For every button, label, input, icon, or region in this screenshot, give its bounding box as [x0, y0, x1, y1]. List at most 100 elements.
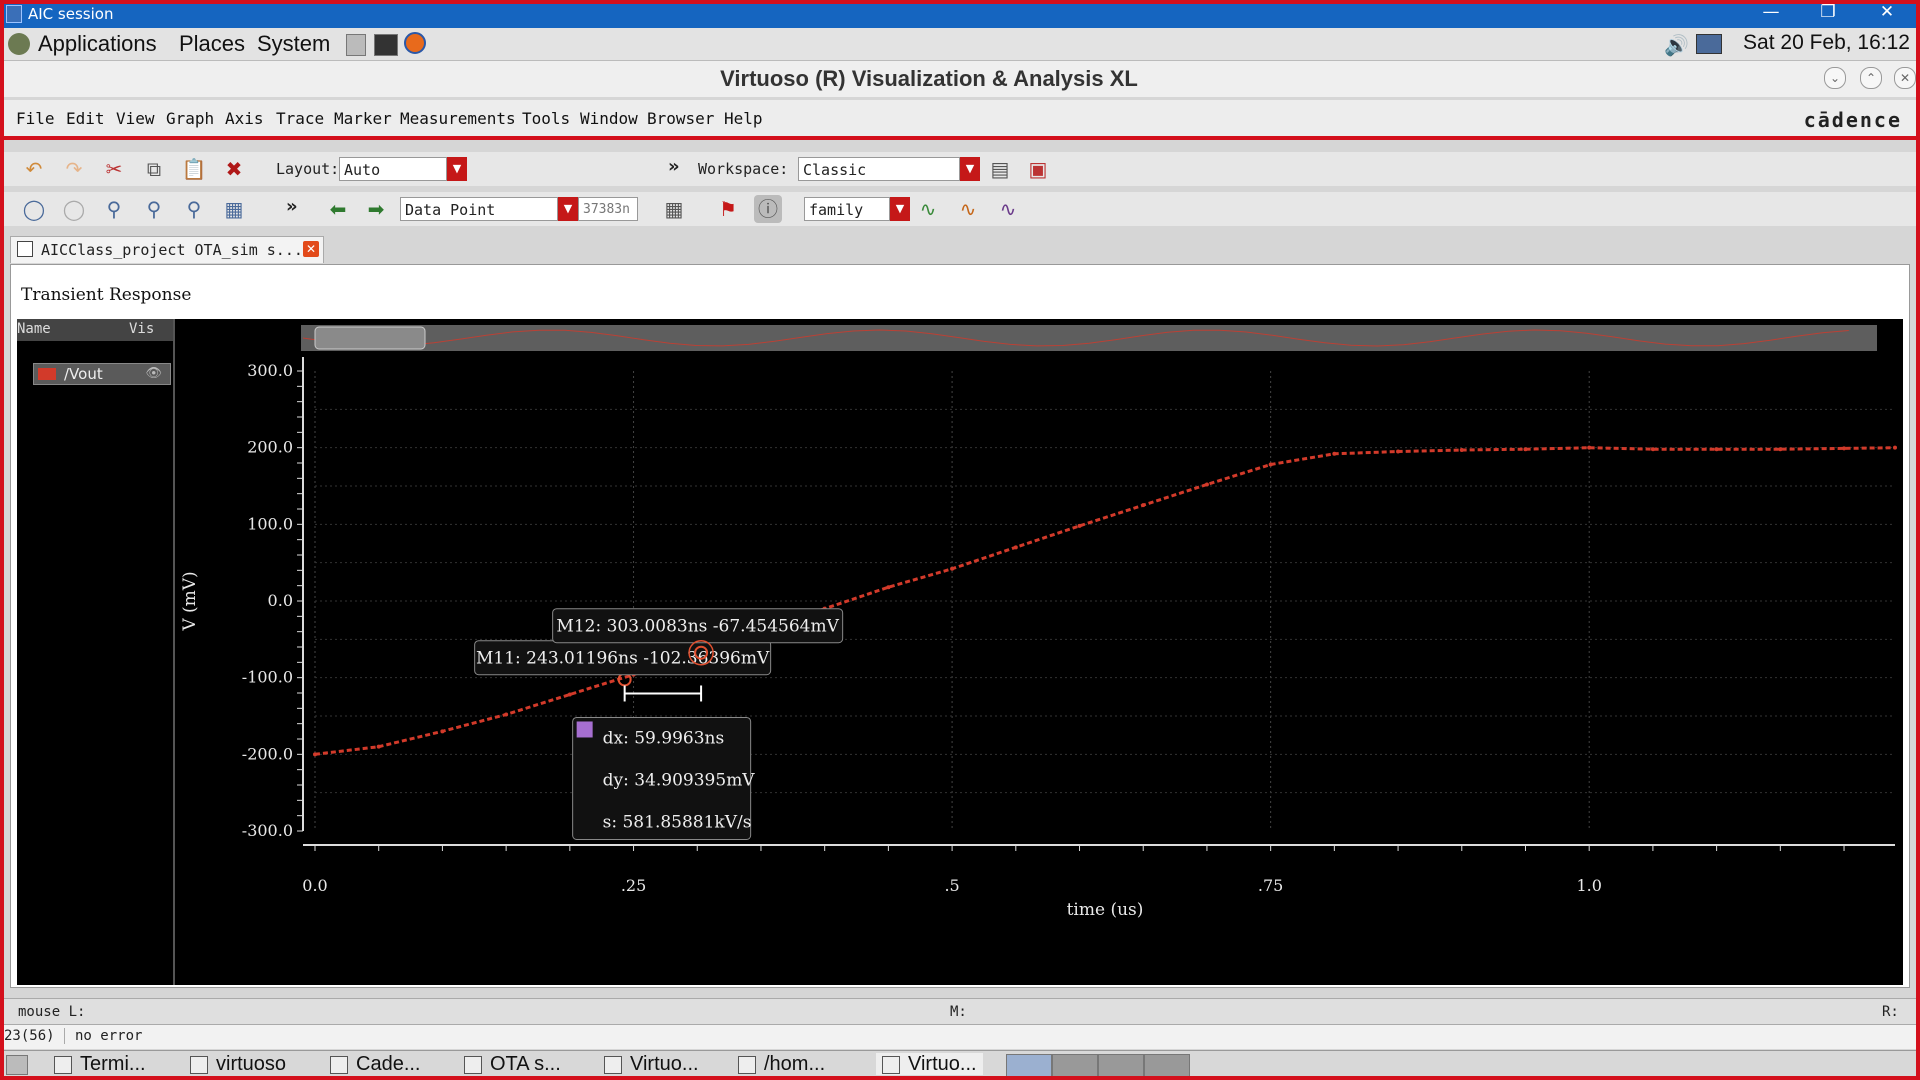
marker-mode-select[interactable]: Data Point [400, 197, 558, 221]
save-workspace-icon[interactable]: ▤ [986, 155, 1014, 183]
workspace-pager-1[interactable] [1006, 1054, 1052, 1078]
overview-scroll-thumb[interactable] [314, 326, 426, 350]
zoom-in-icon[interactable]: ⚲ [140, 195, 168, 223]
overview-strip[interactable] [301, 325, 1877, 351]
trace-data-point [1459, 447, 1464, 452]
graph-tab[interactable]: AICClass_project OTA_sim s... ✕ [10, 236, 324, 263]
task-cadence[interactable]: Cade... [330, 1053, 420, 1075]
legend-trace-row[interactable]: /Vout 👁 [33, 363, 171, 385]
line-number: 23(56) [4, 1028, 55, 1044]
fit-icon[interactable]: ◯ [20, 195, 48, 223]
task-ota-label: OTA s... [490, 1053, 561, 1075]
window-maximize-icon[interactable]: ⌃ [1860, 67, 1882, 89]
workspace-select[interactable]: Classic [798, 157, 960, 181]
delete-icon[interactable]: ✖ [220, 155, 248, 183]
task-home[interactable]: /hom... [738, 1053, 825, 1075]
menu-edit[interactable]: Edit [66, 109, 105, 128]
menu-places[interactable]: Places [179, 31, 245, 57]
redo-icon[interactable]: ↷ [60, 155, 88, 183]
restore-icon[interactable]: ❐ [1813, 2, 1843, 22]
trace-data-point [376, 744, 381, 749]
network-icon[interactable] [1696, 34, 1722, 54]
next-marker-icon[interactable]: ➡ [362, 195, 390, 223]
menu-view[interactable]: View [116, 109, 155, 128]
cut-icon[interactable]: ✂ [100, 155, 128, 183]
gnome-foot-icon[interactable] [8, 33, 30, 55]
terminal-launcher-icon[interactable] [374, 34, 398, 56]
trace-data-point [1268, 462, 1273, 467]
marker-value-field[interactable]: 37383n [578, 197, 638, 221]
clock[interactable]: Sat 20 Feb, 16:12 [1743, 31, 1910, 55]
menu-axis[interactable]: Axis [225, 109, 264, 128]
family-select[interactable]: family [804, 197, 890, 221]
task-virtuoso-2[interactable]: Virtuo... [604, 1053, 699, 1075]
cadence-logo: cādence [1803, 108, 1902, 132]
menu-help[interactable]: Help [724, 109, 763, 128]
graph-tab-label: AICClass_project OTA_sim s... [41, 241, 303, 259]
menubar: File Edit View Graph Axis Trace Marker M… [4, 100, 1916, 140]
show-desktop-icon[interactable] [6, 1055, 28, 1075]
trace-overlay-icon[interactable]: ∿ [954, 195, 982, 223]
tab-close-icon[interactable]: ✕ [303, 241, 319, 257]
volume-icon[interactable]: 🔊 [1664, 33, 1689, 57]
zoom-box-icon[interactable]: ▦ [220, 195, 248, 223]
delete-workspace-icon[interactable]: ▣ [1024, 155, 1052, 183]
trace-plot-icon[interactable]: ∿ [914, 195, 942, 223]
task-terminal[interactable]: Termi... [54, 1053, 146, 1075]
workspace-pager-2[interactable] [1052, 1054, 1098, 1078]
graph-window: Transient Response Name Vis /Vout 👁 0.0.… [10, 264, 1910, 988]
menu-trace[interactable]: Trace [276, 109, 324, 128]
task-virtuoso[interactable]: virtuoso [190, 1053, 286, 1075]
calculator-icon[interactable]: ▦ [660, 195, 688, 223]
window-minimize-icon[interactable]: ⌄ [1824, 67, 1846, 89]
close-icon[interactable]: ✕ [1872, 2, 1902, 22]
visibility-eye-icon[interactable]: 👁 [145, 366, 162, 381]
workspace-pager-3[interactable] [1098, 1054, 1144, 1078]
task-viva-active[interactable]: Virtuo... [876, 1053, 983, 1075]
marker-mode-dropdown-icon[interactable]: ▼ [558, 197, 578, 221]
zoom-out-icon[interactable]: ⚲ [180, 195, 208, 223]
trace-data-point [1714, 447, 1719, 452]
menu-measurements[interactable]: Measurements [400, 109, 516, 128]
y-tick-label: -300.0 [242, 821, 293, 840]
window-close-icon[interactable]: ✕ [1894, 67, 1916, 89]
menu-graph[interactable]: Graph [166, 109, 214, 128]
minimize-icon[interactable]: — [1756, 2, 1786, 22]
workspace-pager-4[interactable] [1144, 1054, 1190, 1078]
info-icon[interactable]: ⓘ [754, 195, 782, 223]
window-titlebar: Virtuoso (R) Visualization & Analysis XL… [4, 61, 1916, 97]
plot-area[interactable]: Name Vis /Vout 👁 0.0 .25 .5 .75 1.0 300.0 200.… [17, 319, 1903, 985]
menu-file[interactable]: File [16, 109, 55, 128]
session-title-bar: AIC session — ❐ ✕ [0, 0, 1920, 28]
session-icon [6, 5, 22, 23]
menu-window[interactable]: Window [580, 109, 638, 128]
firefox-launcher-icon[interactable] [404, 32, 426, 54]
zoom-fit-icon[interactable]: ⚲ [100, 195, 128, 223]
menu-browser[interactable]: Browser [647, 109, 714, 128]
trace-data-point [1396, 449, 1401, 454]
refresh-icon[interactable]: ◯ [60, 195, 88, 223]
menu-system[interactable]: System [257, 31, 330, 57]
layout-dropdown-icon[interactable]: ▼ [447, 157, 467, 181]
y-tick-label: -200.0 [242, 744, 293, 763]
trace-split-icon[interactable]: ∿ [994, 195, 1022, 223]
task-ota[interactable]: OTA s... [464, 1053, 561, 1075]
text-editor-launcher-icon[interactable] [346, 34, 366, 56]
task-cadence-label: Cade... [356, 1053, 421, 1075]
previous-marker-icon[interactable]: ⬅ [324, 195, 352, 223]
trace-data-point [1332, 451, 1337, 456]
menu-tools[interactable]: Tools [522, 109, 570, 128]
menu-applications[interactable]: Applications [38, 31, 157, 57]
family-dropdown-icon[interactable]: ▼ [890, 197, 910, 221]
chart-svg[interactable]: 0.0 .25 .5 .75 1.0 300.0 200.0 100.0 0.0 -100.0 -2… [173, 319, 1903, 985]
menu-marker[interactable]: Marker [334, 109, 392, 128]
flag-icon[interactable]: ⚑ [714, 195, 742, 223]
layout-select[interactable]: Auto [339, 157, 447, 181]
undo-icon[interactable]: ↶ [20, 155, 48, 183]
toolbar-overflow-icon[interactable]: » [668, 156, 680, 177]
workspace-dropdown-icon[interactable]: ▼ [960, 157, 980, 181]
paste-icon[interactable]: 📋 [180, 155, 208, 183]
gnome-panel: Applications Places System 🔊 Sat 20 Feb,… [4, 28, 1916, 61]
copy-icon[interactable]: ⧉ [140, 155, 168, 183]
toolbar2-overflow-icon[interactable]: » [286, 196, 298, 217]
